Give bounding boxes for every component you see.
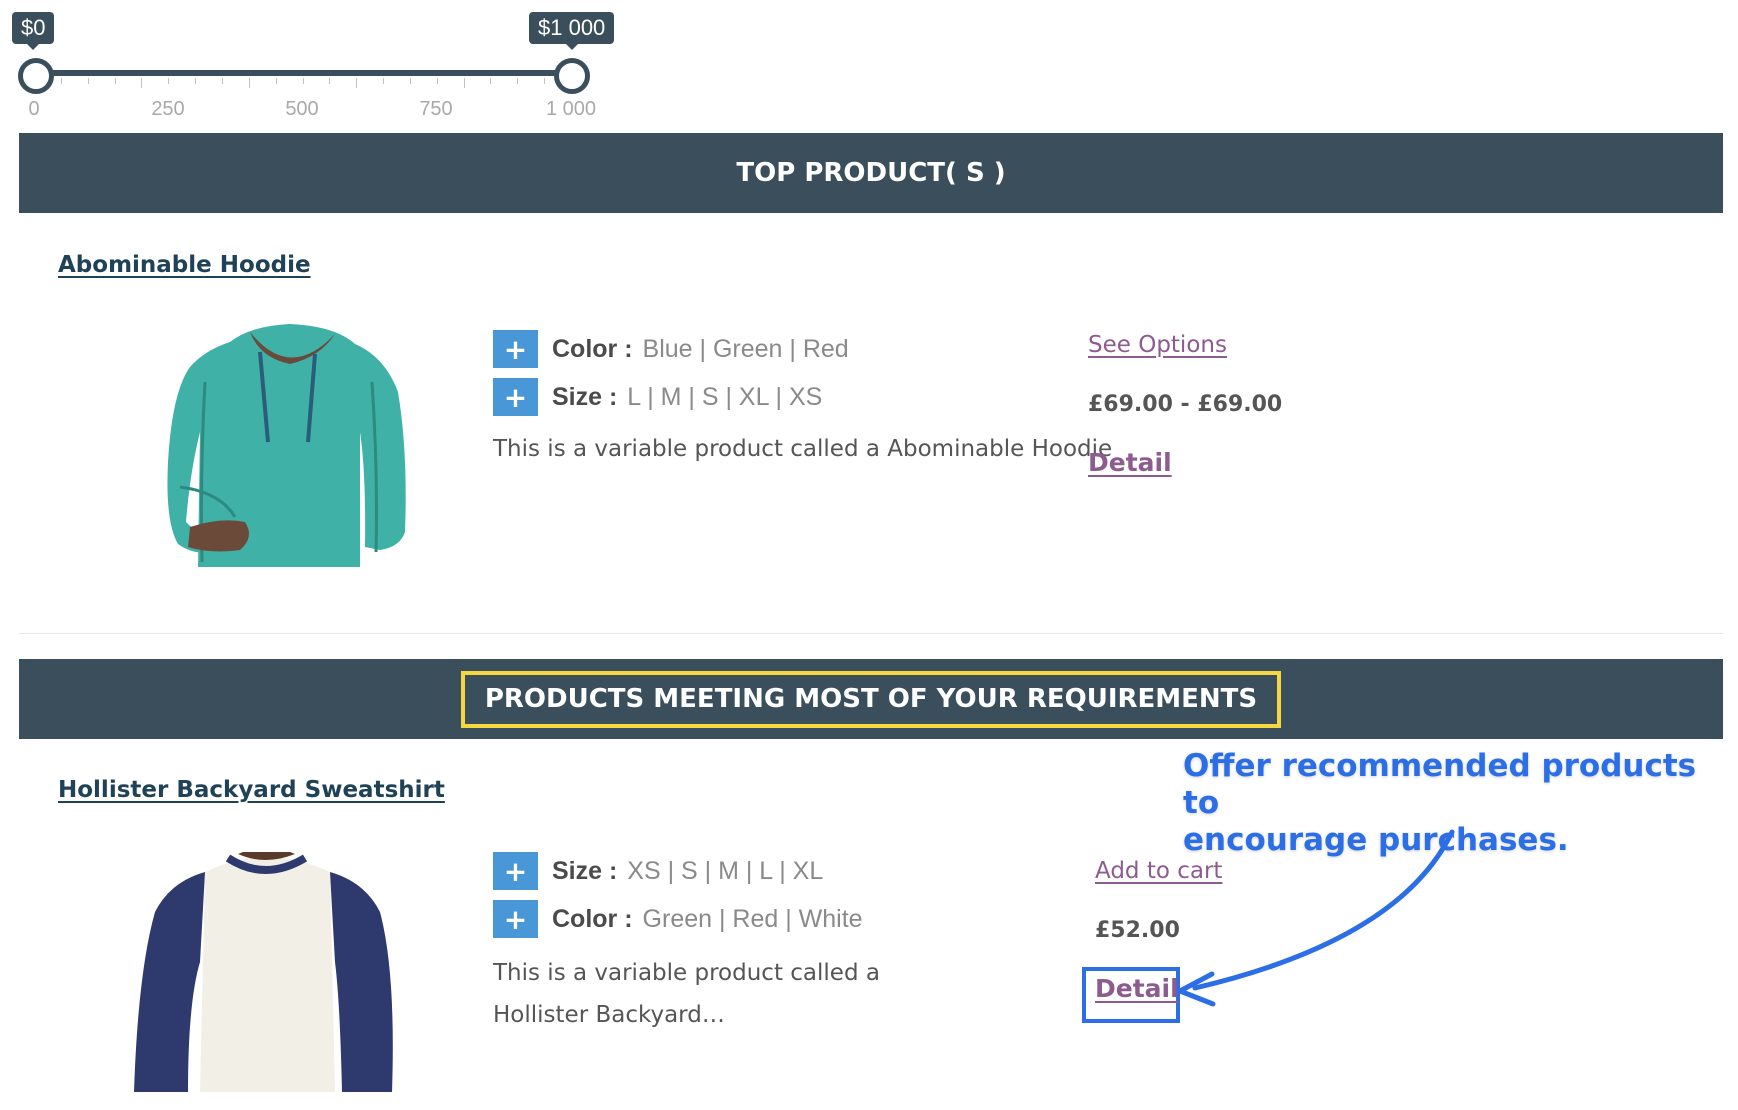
product-price: £69.00 - £69.00 — [1088, 392, 1283, 417]
tick-label-0: 0 — [28, 98, 40, 120]
slider-tick — [302, 78, 304, 84]
slider-tick — [248, 78, 250, 88]
slider-tick — [544, 78, 546, 84]
slider-tick — [383, 78, 385, 84]
attribute-values: Blue | Green | Red — [642, 334, 849, 363]
tick-label-750: 750 — [419, 98, 453, 120]
slider-tick — [114, 78, 116, 84]
attribute-values: XS | S | M | L | XL — [627, 856, 824, 885]
attribute-row: + Size : L | M | S | XL | XS — [493, 378, 822, 416]
detail-link[interactable]: Detail — [1088, 448, 1172, 477]
max-price-handle[interactable] — [554, 58, 590, 94]
annotation-line: encourage purchases. — [1183, 822, 1569, 858]
product-price: £52.00 — [1095, 918, 1180, 943]
max-price-label: $1 000 — [529, 12, 615, 50]
min-price-handle[interactable] — [18, 58, 54, 94]
product-title-link[interactable]: Hollister Backyard Sweatshirt — [58, 777, 445, 803]
recommended-products-title: PRODUCTS MEETING MOST OF YOUR REQUIREMEN… — [484, 683, 1258, 714]
description-line: This is a variable product called a — [493, 960, 880, 986]
slider-tick — [463, 78, 465, 88]
tick-label-250: 250 — [151, 98, 185, 120]
tick-label-500: 500 — [285, 98, 319, 120]
slider-tick — [60, 78, 62, 84]
attribute-values: Green | Red | White — [642, 904, 863, 933]
attribute-values: L | M | S | XL | XS — [627, 382, 823, 411]
attribute-row: + Color : Green | Red | White — [493, 900, 863, 938]
plus-icon[interactable]: + — [493, 852, 538, 890]
detail-link[interactable]: Detail — [1095, 974, 1179, 1003]
recommended-products-header: PRODUCTS MEETING MOST OF YOUR REQUIREMEN… — [19, 659, 1723, 739]
attribute-row: + Size : XS | S | M | L | XL — [493, 852, 823, 890]
slider-tick — [517, 78, 519, 84]
slider-track[interactable] — [34, 70, 570, 76]
top-products-header: TOP PRODUCT( S ) — [19, 133, 1723, 213]
divider — [19, 633, 1723, 634]
slider-tick — [195, 78, 197, 84]
slider-tick — [275, 78, 277, 84]
slider-tick — [141, 78, 143, 88]
slider-tick — [87, 78, 89, 84]
sweatshirt-image[interactable] — [130, 852, 400, 1092]
attribute-label: Size : — [552, 856, 618, 885]
slider-tick — [168, 78, 170, 84]
annotation-line: Offer recommended products to — [1183, 748, 1697, 821]
product-title-link[interactable]: Abominable Hoodie — [58, 252, 311, 278]
slider-tick — [436, 78, 438, 84]
slider-tick — [221, 78, 223, 84]
see-options-link[interactable]: See Options — [1088, 332, 1227, 358]
top-products-title: TOP PRODUCT( S ) — [736, 158, 1006, 188]
tick-label-1000: 1 000 — [545, 98, 597, 120]
slider-tick — [329, 78, 331, 84]
slider-tick — [356, 78, 358, 88]
hoodie-image[interactable] — [160, 322, 420, 567]
attribute-label: Size : — [552, 382, 618, 411]
description-line: Hollister Backyard… — [493, 1002, 725, 1028]
attribute-label: Color : — [552, 904, 633, 933]
plus-icon[interactable]: + — [493, 378, 538, 416]
plus-icon[interactable]: + — [493, 330, 538, 368]
product-description: This is a variable product called a Holl… — [493, 952, 880, 1036]
annotation-callout: Offer recommended products to encourage … — [1183, 748, 1723, 859]
slider-tick — [490, 78, 492, 84]
attribute-label: Color : — [552, 334, 633, 363]
price-range-slider[interactable]: $0 $1 000 0 250 500 750 1 000 — [0, 0, 640, 130]
min-price-label: $0 — [12, 12, 55, 50]
attribute-row: + Color : Blue | Green | Red — [493, 330, 849, 368]
highlight-box: PRODUCTS MEETING MOST OF YOUR REQUIREMEN… — [460, 670, 1282, 728]
add-to-cart-link[interactable]: Add to cart — [1095, 858, 1222, 884]
slider-tick — [409, 78, 411, 84]
product-description: This is a variable product called a Abom… — [493, 436, 1113, 462]
plus-icon[interactable]: + — [493, 900, 538, 938]
